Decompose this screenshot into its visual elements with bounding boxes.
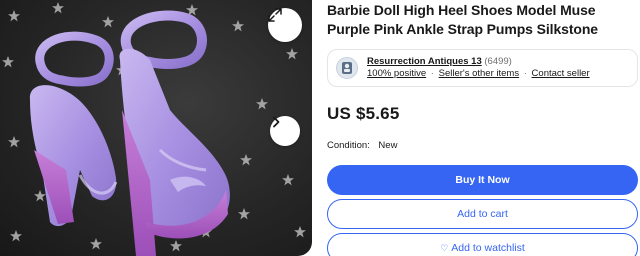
expand-icon	[268, 8, 282, 22]
heart-icon: ♡	[440, 242, 449, 253]
condition-value: New	[378, 140, 398, 151]
add-to-cart-button[interactable]: Add to cart	[327, 199, 638, 229]
seller-positive-link[interactable]: 100% positive	[367, 68, 426, 79]
condition-row: Condition: New	[327, 140, 638, 151]
product-image	[2, 2, 306, 256]
separator: ·	[430, 68, 434, 79]
listing-details: Barbie Doll High Heel Shoes Model Muse P…	[327, 0, 638, 256]
contact-seller-link[interactable]: Contact seller	[532, 68, 590, 79]
expand-image-button[interactable]	[268, 8, 302, 42]
chevron-right-icon	[273, 116, 280, 128]
price: US $5.65	[327, 104, 400, 123]
buy-it-now-button[interactable]: Buy It Now	[327, 165, 638, 195]
seller-name-link[interactable]: Resurrection Antiques 13	[367, 56, 482, 67]
listing-title: Barbie Doll High Heel Shoes Model Muse P…	[327, 2, 598, 37]
separator: ·	[523, 68, 527, 79]
add-to-watchlist-button[interactable]: ♡ Add to watchlist	[327, 233, 638, 256]
next-image-button[interactable]	[270, 116, 300, 146]
product-photo[interactable]	[0, 0, 312, 256]
seller-info: Resurrection Antiques 13 (6499) 100% pos…	[367, 56, 590, 80]
seller-logo-icon	[342, 62, 352, 74]
condition-label: Condition:	[327, 140, 370, 151]
right-shoe	[119, 10, 230, 256]
seller-feedback-count: (6499)	[484, 56, 512, 67]
left-shoe	[29, 31, 118, 227]
buy-it-now-label: Buy It Now	[455, 174, 510, 186]
add-to-cart-label: Add to cart	[457, 208, 508, 220]
seller-card: Resurrection Antiques 13 (6499) 100% pos…	[327, 49, 638, 87]
add-to-watchlist-label: Add to watchlist	[451, 242, 525, 254]
seller-other-items-link[interactable]: Seller's other items	[439, 68, 519, 79]
seller-avatar[interactable]	[336, 57, 358, 79]
